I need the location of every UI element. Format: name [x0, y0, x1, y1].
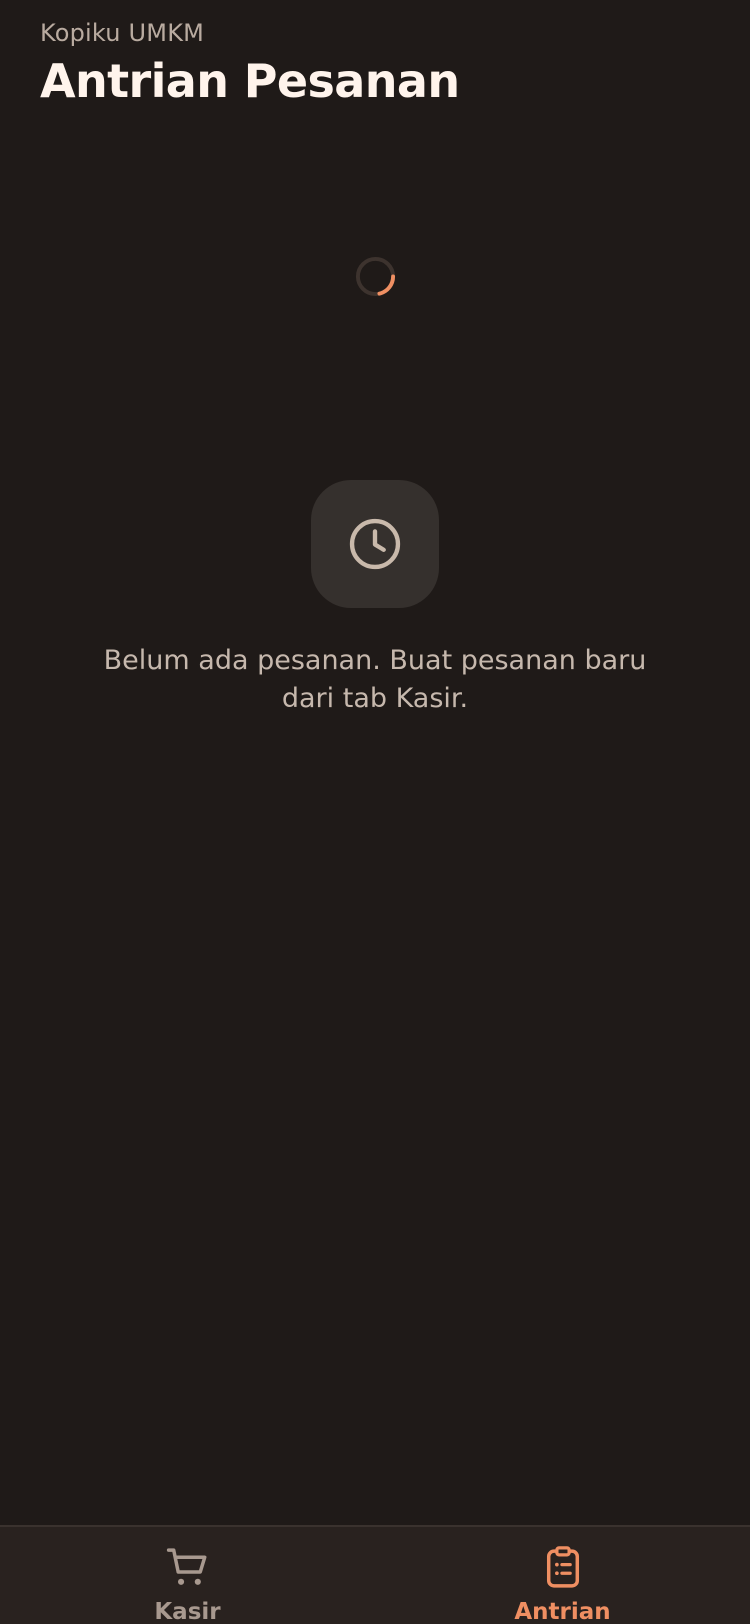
empty-state: Belum ada pesanan. Buat pesanan baru dar… [0, 480, 750, 718]
tab-antrian[interactable]: Antrian [375, 1527, 750, 1624]
clock-icon [349, 518, 401, 570]
page-title: Antrian Pesanan [40, 54, 460, 108]
tab-antrian-label: Antrian [514, 1599, 611, 1624]
loading-spinner-icon [355, 256, 396, 297]
page-header: Kopiku UMKM Antrian Pesanan [40, 18, 460, 108]
shopping-cart-icon [166, 1548, 206, 1585]
tab-kasir-label: Kasir [154, 1599, 221, 1624]
app-screen: Kopiku UMKM Antrian Pesanan Belum ada pe… [0, 0, 750, 1624]
empty-state-icon-container [311, 480, 439, 608]
tab-kasir[interactable]: Kasir [0, 1527, 375, 1624]
empty-state-message: Belum ada pesanan. Buat pesanan baru dar… [103, 645, 647, 714]
bottom-navigation: Kasir Antrian [0, 1525, 750, 1624]
clipboard-list-icon [546, 1546, 579, 1588]
app-name: Kopiku UMKM [40, 19, 205, 47]
